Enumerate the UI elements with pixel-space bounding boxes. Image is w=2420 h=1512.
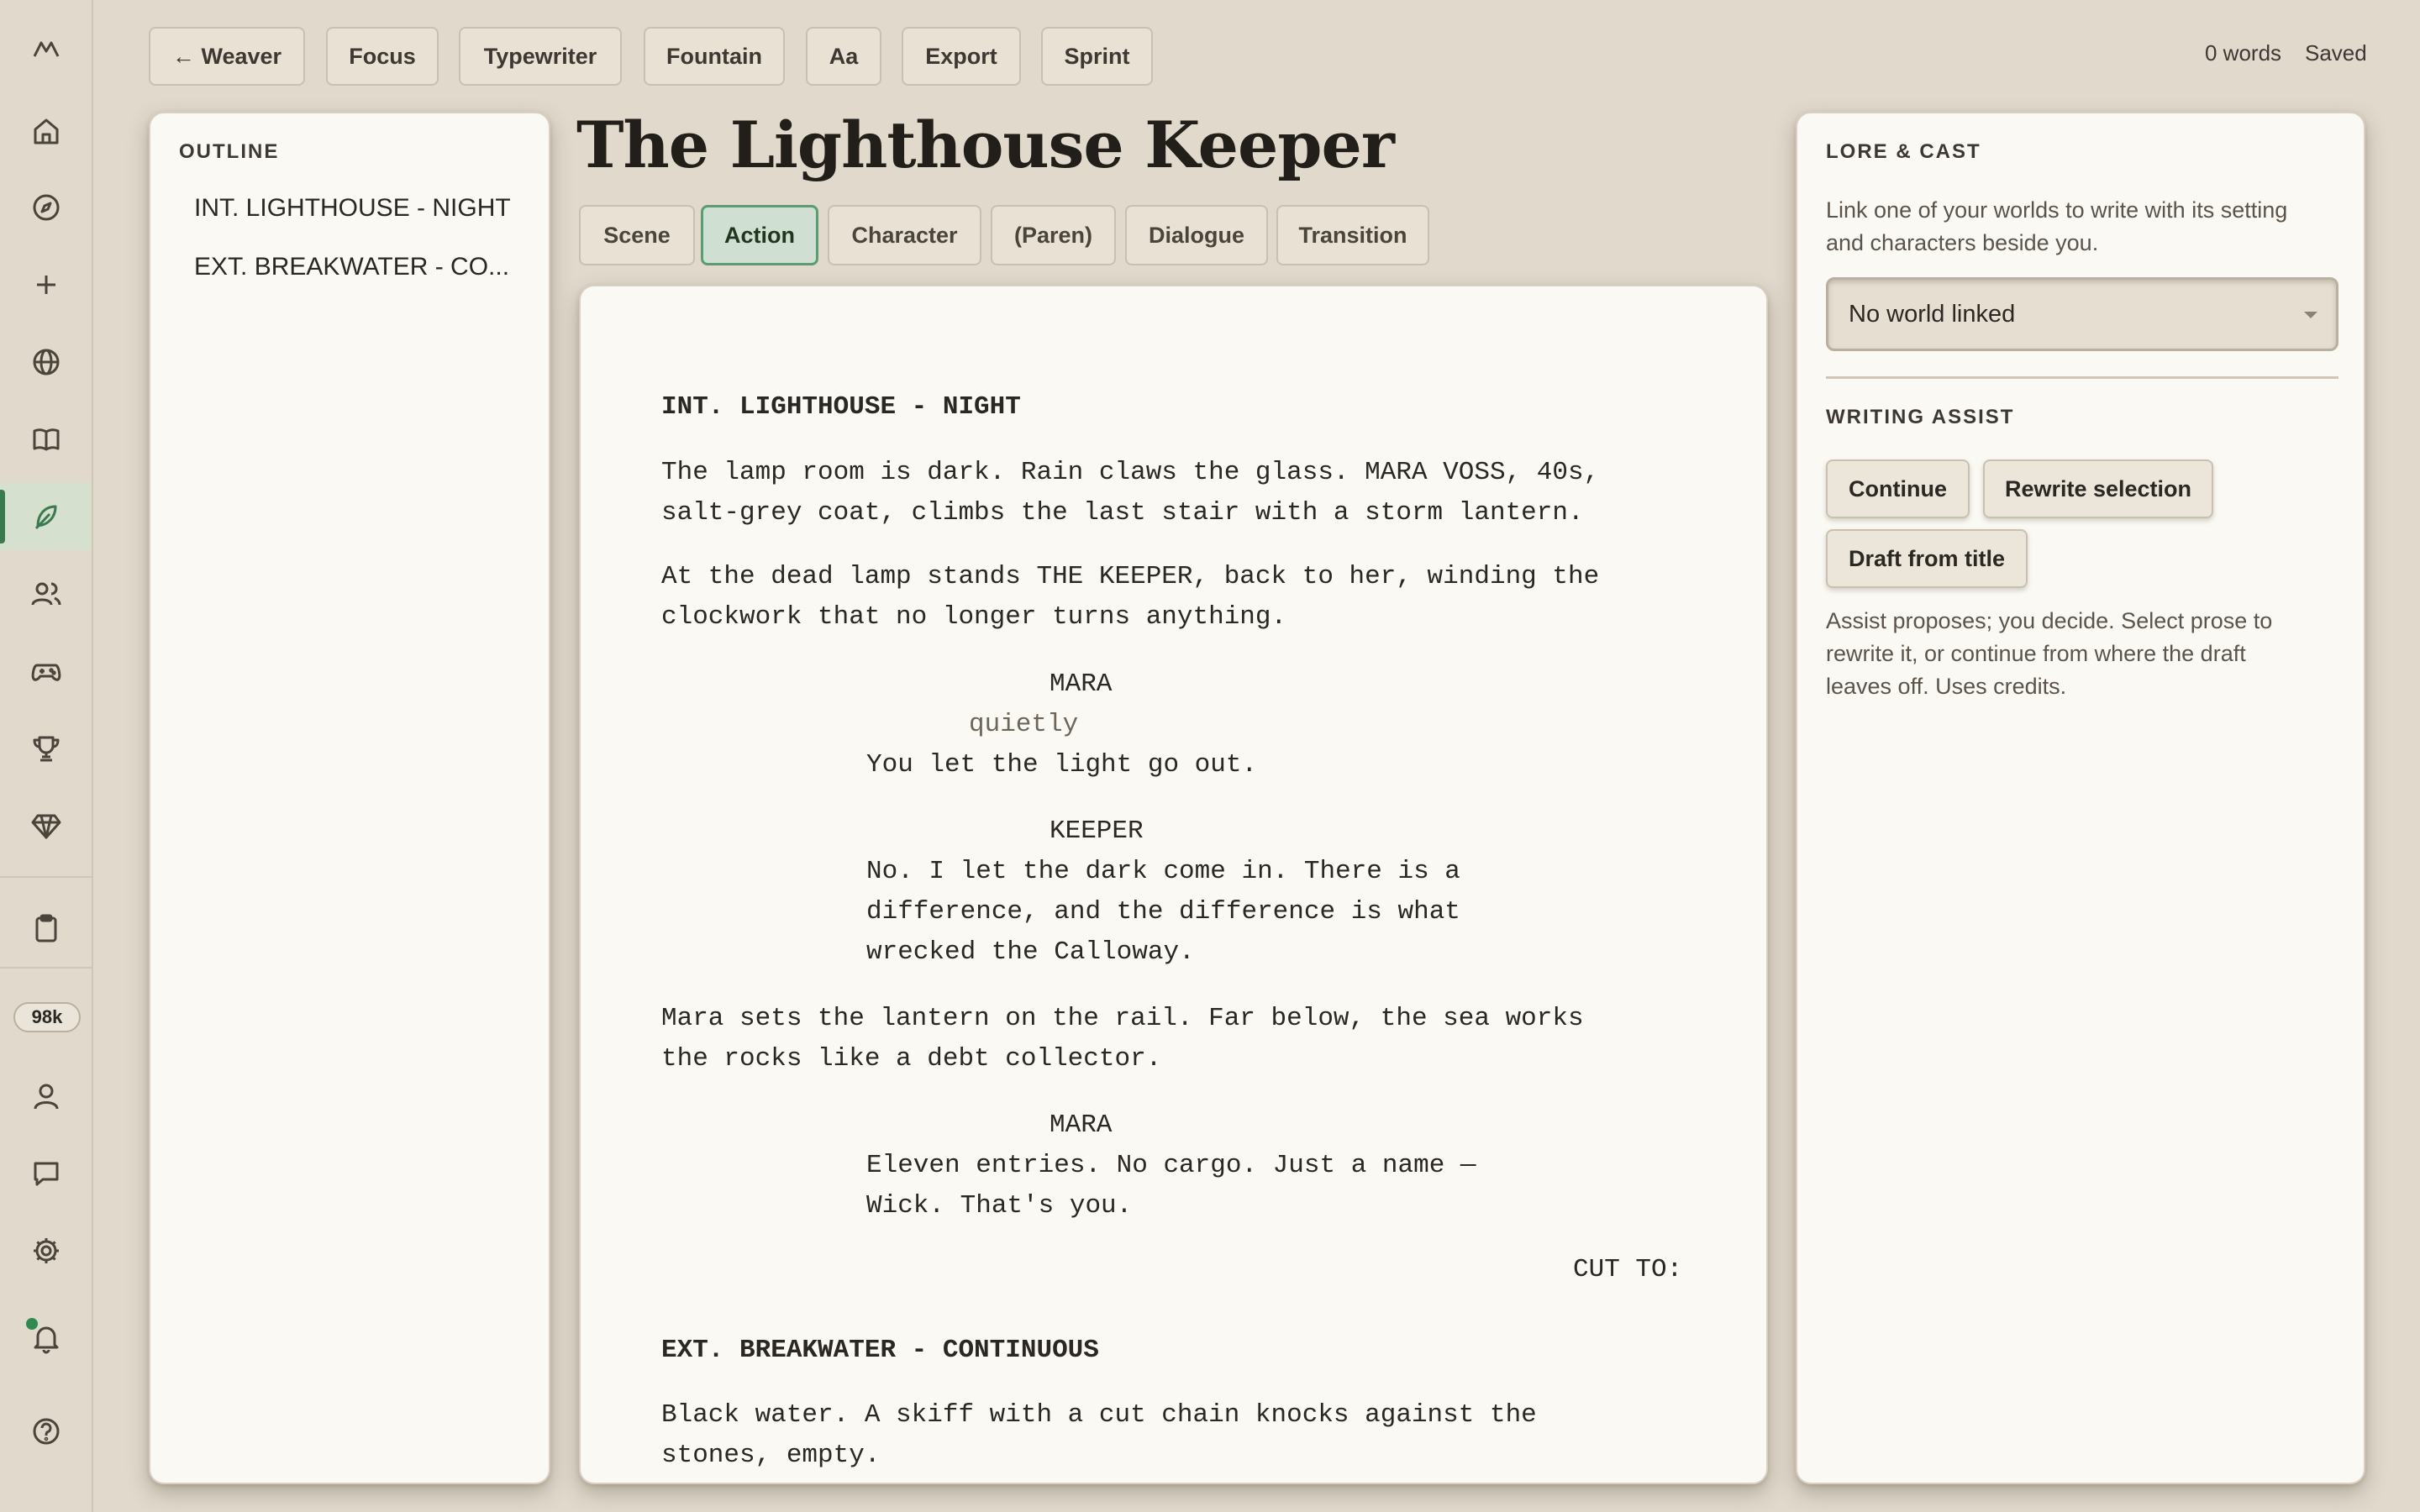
lore-heading: LORE & CAST xyxy=(1826,140,1981,163)
continue-button[interactable]: Continue xyxy=(1826,459,1970,518)
word-count: 0 words xyxy=(2205,40,2282,66)
scene-heading[interactable]: EXT. BREAKWATER - CONTINUOUS xyxy=(661,1331,1099,1371)
clipboard-icon[interactable] xyxy=(0,895,92,962)
help-icon[interactable] xyxy=(0,1398,92,1465)
scene-heading[interactable]: INT. LIGHTHOUSE - NIGHT xyxy=(661,387,1021,428)
save-status: Saved xyxy=(2305,40,2367,66)
action-line[interactable]: Black water. A skiff with a cut chain kn… xyxy=(661,1395,1537,1436)
parenthetical[interactable]: quietly xyxy=(969,705,1078,745)
settings-gear-icon[interactable] xyxy=(0,1217,92,1284)
dialogue-line[interactable]: wrecked the Calloway. xyxy=(866,932,1195,973)
credits-badge[interactable]: 98k xyxy=(13,1002,81,1032)
action-line[interactable]: At the dead lamp stands THE KEEPER, back… xyxy=(661,557,1599,597)
export-button[interactable]: Export xyxy=(902,27,1021,86)
assist-note: Assist proposes; you decide. Select pros… xyxy=(1826,608,2273,633)
lore-panel: LORE & CAST Link one of your worlds to w… xyxy=(1796,112,2365,1484)
gem-icon[interactable] xyxy=(0,792,92,859)
compass-icon[interactable] xyxy=(0,174,92,241)
type-transition-button[interactable]: Transition xyxy=(1276,205,1429,265)
gamepad-icon[interactable] xyxy=(0,638,92,705)
action-line[interactable]: clockwork that no longer turns anything. xyxy=(661,597,1286,638)
type-dialogue-button[interactable]: Dialogue xyxy=(1125,205,1268,265)
assist-note: rewrite it, or continue from where the d… xyxy=(1826,641,2246,666)
back-to-weaver-button[interactable]: ← Weaver xyxy=(149,27,305,86)
profile-icon[interactable] xyxy=(0,1063,92,1130)
transition-line[interactable]: CUT TO: xyxy=(1573,1250,1682,1290)
outline-item[interactable]: INT. LIGHTHOUSE - NIGHT xyxy=(194,194,511,223)
feather-icon xyxy=(34,505,56,530)
focus-mode-button[interactable]: Focus xyxy=(326,27,439,86)
action-line[interactable]: salt-grey coat, climbs the last stair wi… xyxy=(661,493,1584,533)
dialogue-line[interactable]: You let the light go out. xyxy=(866,745,1257,785)
chat-icon[interactable] xyxy=(0,1140,92,1207)
writing-assist-heading: WRITING ASSIST xyxy=(1826,406,2015,428)
notification-dot xyxy=(26,1318,38,1330)
world-select[interactable]: No world linked xyxy=(1826,277,2338,351)
book-icon[interactable] xyxy=(0,406,92,473)
screenplay-editor[interactable]: INT. LIGHTHOUSE - NIGHT The lamp room is… xyxy=(579,285,1768,1484)
outline-heading: OUTLINE xyxy=(179,140,280,163)
character-cue[interactable]: KEEPER xyxy=(1050,811,1144,852)
type-scene-button[interactable]: Scene xyxy=(579,205,695,265)
world-select-value: No world linked xyxy=(1849,300,2016,328)
rail-item-screenplay[interactable] xyxy=(0,483,92,550)
outline-panel: OUTLINE INT. LIGHTHOUSE - NIGHT EXT. BRE… xyxy=(149,112,550,1484)
section-divider xyxy=(1826,376,2338,379)
globe-icon[interactable] xyxy=(0,328,92,396)
rail-divider xyxy=(0,967,92,969)
chevron-down-icon xyxy=(2304,312,2317,318)
app-logo-icon[interactable] xyxy=(0,14,92,81)
nav-rail: 98k xyxy=(0,0,93,1512)
type-character-button[interactable]: Character xyxy=(828,205,981,265)
home-icon[interactable] xyxy=(0,97,92,165)
plus-icon[interactable] xyxy=(0,251,92,318)
type-paren-button[interactable]: (Paren) xyxy=(991,205,1116,265)
fountain-button[interactable]: Fountain xyxy=(644,27,785,86)
trophy-icon[interactable] xyxy=(0,715,92,782)
dialogue-line[interactable]: Eleven entries. No cargo. Just a name — xyxy=(866,1146,1476,1186)
lore-description: Link one of your worlds to write with it… xyxy=(1826,197,2288,223)
rail-divider xyxy=(0,876,92,878)
action-line[interactable]: The lamp room is dark. Rain claws the gl… xyxy=(661,453,1599,493)
outline-item[interactable]: EXT. BREAKWATER - CO... xyxy=(194,253,509,281)
assist-note: leaves off. Uses credits. xyxy=(1826,674,2067,699)
character-cue[interactable]: MARA xyxy=(1050,1105,1112,1146)
dialogue-line[interactable]: difference, and the difference is what xyxy=(866,892,1460,932)
document-title[interactable]: The Lighthouse Keeper xyxy=(576,108,1395,182)
typewriter-mode-button[interactable]: Typewriter xyxy=(459,27,622,86)
users-icon[interactable] xyxy=(0,560,92,627)
lore-description: and characters beside you. xyxy=(1826,230,2099,255)
type-action-button[interactable]: Action xyxy=(701,205,818,265)
dialogue-line[interactable]: Wick. That's you. xyxy=(866,1186,1132,1226)
action-line[interactable]: Mara sets the lantern on the rail. Far b… xyxy=(661,999,1584,1039)
action-line[interactable]: stones, empty. xyxy=(661,1436,880,1476)
font-settings-button[interactable]: Aa xyxy=(806,27,881,86)
bell-icon[interactable] xyxy=(0,1305,92,1372)
character-cue[interactable]: MARA xyxy=(1050,664,1112,705)
sprint-button[interactable]: Sprint xyxy=(1041,27,1153,86)
action-line[interactable]: the rocks like a debt collector. xyxy=(661,1039,1161,1079)
rewrite-selection-button[interactable]: Rewrite selection xyxy=(1983,459,2213,518)
draft-from-title-button[interactable]: Draft from title xyxy=(1826,529,2028,588)
dialogue-line[interactable]: No. I let the dark come in. There is a xyxy=(866,852,1460,892)
